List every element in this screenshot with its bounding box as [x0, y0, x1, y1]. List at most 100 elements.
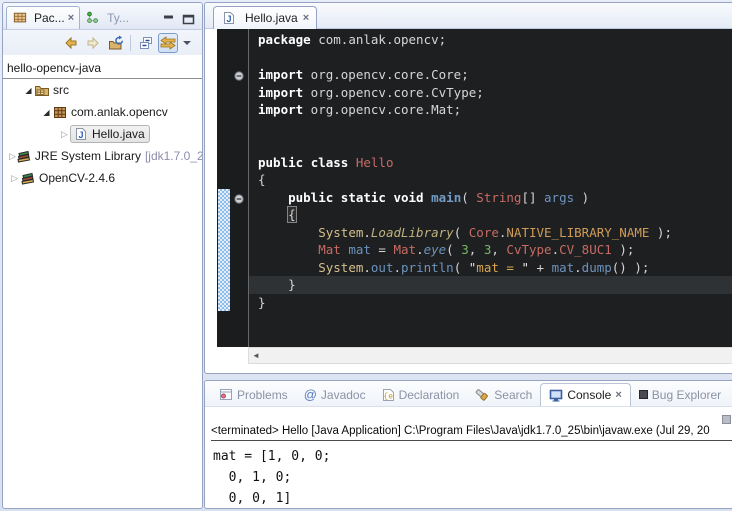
tree-item-label: Hello.java	[92, 127, 145, 141]
go-into-button[interactable]	[105, 33, 125, 53]
tab-bug-explorer[interactable]: Bug Explorer	[631, 383, 729, 406]
minimize-button[interactable]	[163, 14, 176, 25]
type-hierarchy-icon	[85, 11, 101, 25]
library-icon	[16, 149, 32, 163]
project-tree: hello-opencv-java ◢src◢com.anlak.opencv▷…	[3, 55, 202, 189]
search-icon	[475, 388, 490, 402]
tree-item-label: OpenCV-2.4.6	[39, 171, 115, 185]
tab-hello-java[interactable]: J Hello.java ×	[213, 6, 317, 29]
tab-label: Ty...	[107, 11, 129, 25]
code-line: import org.opencv.core.Core;	[258, 66, 732, 84]
code-line: System.out.println( "mat = " + mat.dump(…	[258, 259, 732, 277]
fold-collapse-icon[interactable]	[234, 193, 244, 203]
collapse-arrow-icon[interactable]: ◢	[41, 108, 52, 117]
tree-item-src[interactable]: ◢ src	[3, 79, 202, 101]
tab-console[interactable]: Console ×	[540, 383, 630, 406]
code-line	[258, 119, 732, 137]
left-view-tabbar: Pac... × Ty...	[3, 3, 202, 30]
console-view: Problems @ Javadoc {eDeclaration Search Conso…	[204, 380, 732, 509]
src-folder-icon	[34, 83, 50, 97]
package-explorer-icon	[12, 11, 28, 25]
range-indicator	[218, 189, 230, 312]
tab-label: Javadoc	[321, 388, 366, 402]
tab-label: Search	[494, 388, 532, 402]
link-with-editor-button[interactable]	[158, 33, 178, 53]
back-button[interactable]	[61, 33, 81, 53]
code-line: {	[258, 171, 732, 189]
declaration-icon: {e	[382, 388, 395, 402]
console-toolbar-button[interactable]	[722, 415, 731, 424]
selected-tree-item[interactable]: J Hello.java	[70, 125, 150, 143]
tab-declaration[interactable]: {eDeclaration	[374, 383, 468, 406]
tab-type-hierarchy[interactable]: Ty...	[80, 6, 134, 29]
code-line: System.LoadLibrary( Core.NATIVE_LIBRARY_…	[258, 224, 732, 242]
collapse-arrow-icon[interactable]: ◢	[23, 86, 34, 95]
view-window-buttons	[163, 14, 199, 29]
console-output-line: 0, 0, 1]	[213, 488, 330, 509]
editor-body: package com.anlak.opencv; import org.open…	[205, 29, 732, 347]
javadoc-icon: @	[304, 387, 317, 402]
code-line: }	[258, 294, 732, 312]
problems-icon	[219, 388, 233, 401]
code-line	[258, 49, 732, 67]
fold-collapse-icon[interactable]	[234, 70, 244, 80]
tab-label: Bug Explorer	[652, 388, 721, 402]
close-icon[interactable]: ×	[615, 390, 621, 401]
expand-arrow-icon[interactable]: ▷	[59, 129, 70, 140]
editor-tabbar: J Hello.java ×	[205, 3, 732, 29]
expand-arrow-icon[interactable]: ▷	[9, 173, 20, 184]
plugin-icon	[639, 390, 648, 399]
console-process-info: <terminated> Hello [Java Application] C:…	[211, 425, 732, 441]
scroll-left-icon[interactable]: ◄	[249, 351, 260, 360]
tree-item-label: src	[53, 83, 69, 97]
console-output-line: 0, 1, 0;	[213, 467, 330, 488]
forward-button[interactable]	[83, 33, 103, 53]
tab-problems[interactable]: Problems	[211, 383, 296, 406]
package-explorer-view: Pac... × Ty... hello-opencv-java ◢ src ◢ co…	[2, 2, 203, 509]
horizontal-scrollbar[interactable]: ◄	[248, 347, 732, 364]
package-explorer-toolbar	[3, 30, 202, 55]
tree-item-hello-java[interactable]: ▷ J Hello.java	[3, 123, 202, 145]
tab-label: Pac...	[34, 11, 65, 25]
folding-ruler[interactable]	[231, 29, 248, 347]
console-icon	[549, 389, 563, 402]
code-line: import org.opencv.core.Mat;	[258, 101, 732, 119]
console-output[interactable]: mat = [1, 0, 0; 0, 1, 0; 0, 0, 1]	[213, 446, 330, 509]
annotation-ruler[interactable]	[217, 29, 231, 347]
tab-label: Problems	[237, 388, 288, 402]
tree-item-opencv-2-4-6[interactable]: ▷ OpenCV-2.4.6	[3, 167, 202, 189]
tab-javadoc[interactable]: @ Javadoc	[296, 383, 374, 406]
tree-item-jre-system-library[interactable]: ▷JRE System Library[jdk1.7.0_25]	[3, 145, 202, 167]
tab-package-explorer[interactable]: Pac... ×	[6, 6, 80, 29]
library-icon	[20, 171, 36, 185]
code-line: package com.anlak.opencv;	[258, 31, 732, 49]
maximize-button[interactable]	[182, 14, 195, 25]
svg-text:J: J	[226, 14, 231, 24]
close-icon[interactable]: ×	[303, 13, 309, 24]
expand-arrow-icon[interactable]: ▷	[9, 151, 16, 162]
code-line: public class Hello	[258, 154, 732, 172]
code-area[interactable]: package com.anlak.opencv; import org.open…	[248, 29, 732, 347]
java-file-icon: J	[221, 11, 237, 25]
close-icon[interactable]: ×	[68, 13, 74, 24]
tab-label: Console	[567, 388, 611, 402]
code-line: {	[258, 206, 732, 224]
tree-item-label: com.anlak.opencv	[71, 105, 168, 119]
tree-item-com-anlak-opencv[interactable]: ◢ com.anlak.opencv	[3, 101, 202, 123]
java-file-icon: J	[73, 127, 89, 141]
code-line: public static void main( String[] args )	[258, 189, 732, 207]
tree-item-project[interactable]: hello-opencv-java	[3, 59, 202, 78]
view-menu-button[interactable]	[180, 33, 194, 53]
code-line: Mat mat = Mat.eye( 3, 3, CvType.CV_8UC1 …	[258, 241, 732, 259]
collapse-all-button[interactable]	[136, 33, 156, 53]
bottom-view-tabbar: Problems @ Javadoc {eDeclaration Search Conso…	[205, 381, 732, 407]
tree-item-qualifier: [jdk1.7.0_25]	[145, 149, 203, 163]
java-editor: J Hello.java × package com.anlak.opencv;…	[204, 2, 732, 374]
eclipse-window: { "left_panel": { "tabs": [ { "label": "…	[0, 0, 732, 511]
svg-text:J: J	[78, 130, 83, 140]
editor-tab-label: Hello.java	[245, 11, 298, 25]
code-line: import org.opencv.core.CvType;	[258, 84, 732, 102]
tab-search[interactable]: Search	[467, 383, 540, 406]
toolbar-separator	[130, 35, 131, 51]
console-output-line: mat = [1, 0, 0;	[213, 446, 330, 467]
